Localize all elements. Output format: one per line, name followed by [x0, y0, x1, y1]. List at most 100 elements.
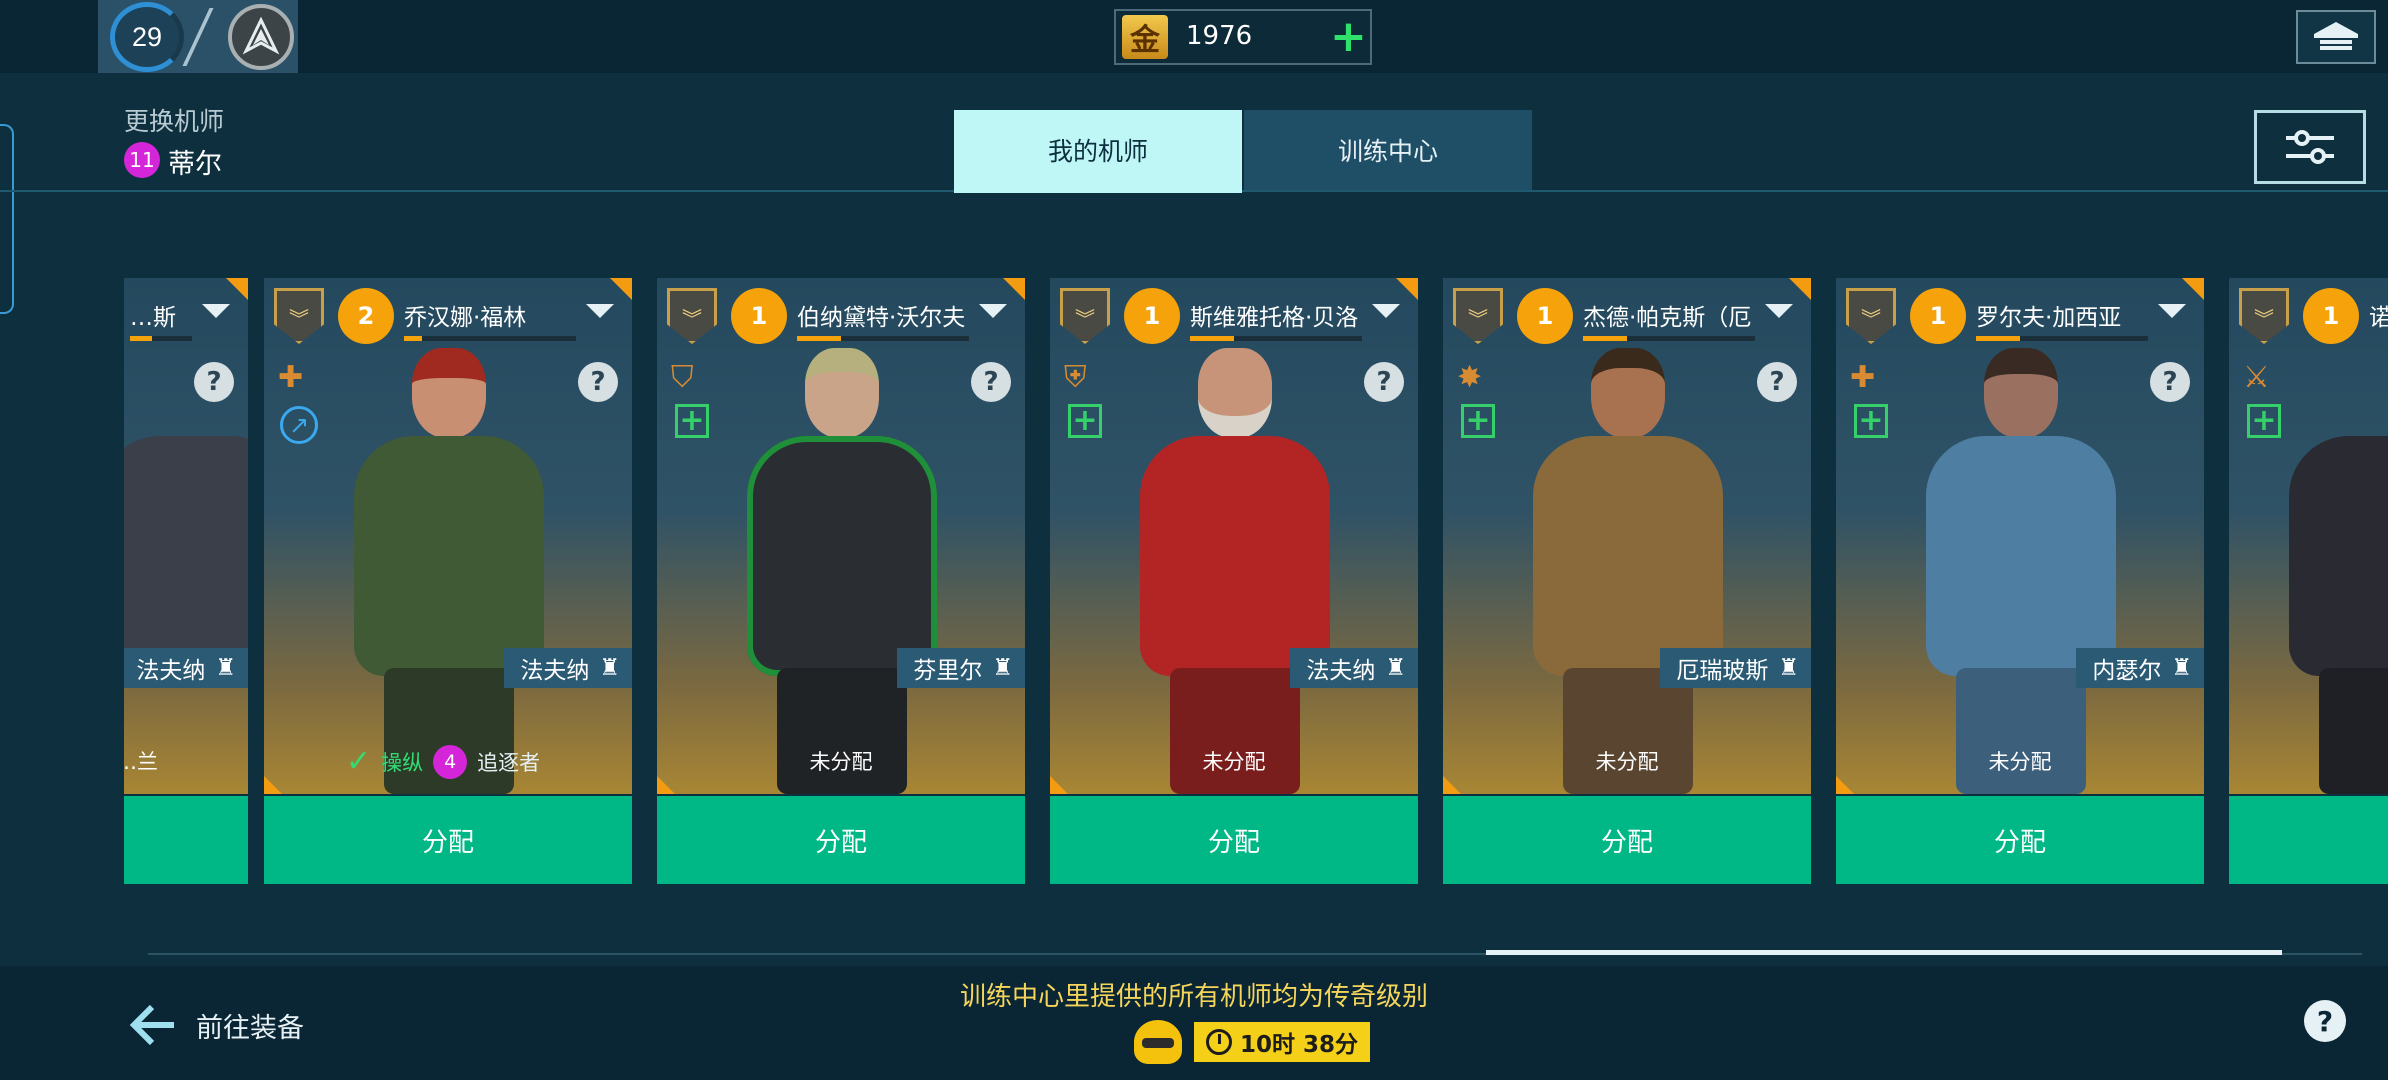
pilot-card[interactable]: …斯 ? 法夫纳 ♜ …兰 分配 [124, 278, 248, 884]
filter-button[interactable] [2254, 110, 2366, 184]
side-drawer-handle[interactable] [0, 124, 14, 314]
help-icon[interactable]: ? [1757, 362, 1797, 402]
helmet-icon [1134, 1020, 1182, 1064]
mech-name: 追逐者 [477, 750, 541, 775]
skill-icon[interactable]: ⛉ [671, 358, 715, 398]
add-skill-icon[interactable]: + [1461, 404, 1495, 438]
assignment-status: 未分配 [809, 750, 873, 774]
chevron-down-icon[interactable] [586, 304, 614, 318]
gold-currency-icon: 金 [1122, 15, 1168, 59]
skill-icon[interactable]: ⛨ [1064, 358, 1108, 398]
pilot-name: 杰德·帕克斯（厄 [1583, 305, 1752, 331]
faction-icon: ♜ [1778, 655, 1799, 681]
pilot-card[interactable]: ︾ 1 斯维雅托格·贝洛 ⛨ + ? 法夫纳 ♜ 未分配 分配 [1050, 278, 1418, 884]
assign-button[interactable]: 分配 [1050, 796, 1418, 884]
assign-button[interactable]: 分配 [657, 796, 1025, 884]
chevron-down-icon[interactable] [2158, 304, 2186, 318]
hangar-icon [2314, 22, 2358, 50]
chevron-down-icon[interactable] [1372, 304, 1400, 318]
operated-label: 操纵 [381, 750, 424, 775]
timer-row: 10时 38分 [1134, 1020, 1371, 1064]
assign-button[interactable]: 分 [2229, 796, 2388, 884]
pilot-card[interactable]: ︾ 1 杰德·帕克斯（厄 ✸ + ? 厄瑞玻斯 ♜ 未分配 分配 [1443, 278, 1811, 884]
timer-minutes: 38分 [1303, 1032, 1359, 1058]
assignment-status: …兰 [124, 750, 158, 774]
assignment-status: 未分配 [1988, 750, 2052, 774]
skill-icon[interactable]: ⚔ [2243, 358, 2287, 398]
checkmark-icon: ✓ [346, 744, 372, 779]
add-skill-icon[interactable]: + [1068, 404, 1102, 438]
current-pilot-name: 蒂尔 [168, 149, 222, 180]
assign-button[interactable]: 分配 [1836, 796, 2204, 884]
help-icon[interactable]: ? [971, 362, 1011, 402]
current-pilot-level-badge: 11 [124, 142, 160, 178]
skill-icon[interactable]: ✚ [1850, 358, 1894, 398]
pilot-name: 罗尔夫·加西亚 [1976, 305, 2122, 331]
top-bar: 29 金 1976 + [0, 0, 2388, 73]
pilot-card[interactable]: ︾ 1 诺 ⚔ + 分 [2229, 278, 2388, 884]
help-icon[interactable]: ? [2150, 362, 2190, 402]
rank-shield-icon: ︾ [667, 288, 717, 344]
skill-icon[interactable]: ✚ [278, 358, 322, 398]
pilot-portrait [1050, 278, 1418, 794]
pilot-card-carousel[interactable]: …斯 ? 法夫纳 ♜ …兰 分配 ︾ 2 乔汉娜·福林 ✚ ↗ ? 法夫纳 ♜ [124, 278, 2388, 884]
add-skill-icon[interactable]: + [2247, 404, 2281, 438]
faction-label: 法夫纳 ♜ [124, 648, 248, 688]
faction-name: 厄瑞玻斯 [1676, 658, 1769, 684]
faction-icon: ♜ [599, 655, 620, 681]
change-pilot-label: 更换机师 [124, 107, 225, 136]
pilot-level-badge: 2 [338, 288, 394, 344]
faction-icon: ♜ [992, 655, 1013, 681]
pilot-portrait [2229, 278, 2388, 794]
help-icon[interactable]: ? [2304, 1000, 2346, 1042]
clock-icon [1206, 1029, 1232, 1055]
assignment-status: 未分配 [1595, 750, 1659, 774]
tab-training-center[interactable]: 训练中心 [1244, 110, 1532, 190]
tab-my-pilots[interactable]: 我的机师 [954, 110, 1242, 190]
assign-button[interactable]: 分配 [124, 796, 248, 884]
chevron-down-icon[interactable] [202, 304, 230, 318]
help-icon[interactable]: ? [194, 362, 234, 402]
pilot-card[interactable]: ︾ 1 罗尔夫·加西亚 ✚ + ? 内瑟尔 ♜ 未分配 分配 [1836, 278, 2204, 884]
rank-emblem-icon[interactable] [228, 4, 294, 70]
pilot-name: …斯 [130, 305, 176, 331]
pilot-name: 斯维雅托格·贝洛 [1190, 305, 1359, 331]
rank-shield-icon: ︾ [274, 288, 324, 344]
player-level-badge[interactable]: 29 [110, 2, 184, 72]
pilot-name: 诺 [2369, 305, 2388, 331]
chevron-down-icon[interactable] [979, 304, 1007, 318]
pilot-level-badge: 1 [1910, 288, 1966, 344]
add-skill-icon[interactable]: + [675, 404, 709, 438]
faction-label: 法夫纳 ♜ [504, 648, 632, 688]
pilot-card[interactable]: ︾ 2 乔汉娜·福林 ✚ ↗ ? 法夫纳 ♜ ✓ 操纵 4 追逐者 分配 [264, 278, 632, 884]
rank-shield-icon: ︾ [1846, 288, 1896, 344]
assign-button[interactable]: 分配 [264, 796, 632, 884]
faction-name: 内瑟尔 [2092, 658, 2162, 684]
faction-icon: ♜ [2171, 655, 2192, 681]
pilot-level-badge: 1 [1517, 288, 1573, 344]
pilot-portrait [264, 278, 632, 794]
add-gold-button[interactable]: + [1330, 13, 1367, 61]
pilot-level-badge: 1 [1124, 288, 1180, 344]
refresh-timer: 10时 38分 [1194, 1022, 1371, 1062]
help-icon[interactable]: ? [1364, 362, 1404, 402]
training-center-notice: 训练中心里提供的所有机师均为传奇级别 [959, 982, 1428, 1012]
assign-button[interactable]: 分配 [1443, 796, 1811, 884]
faction-icon: ♜ [1385, 655, 1406, 681]
hangar-button[interactable] [2296, 10, 2376, 64]
faction-icon: ♜ [215, 655, 236, 681]
rank-shield-icon: ︾ [1453, 288, 1503, 344]
filter-sliders-icon [2286, 130, 2334, 164]
currency-panel: 金 1976 + [1114, 9, 1372, 65]
carousel-scroll-thumb[interactable] [1486, 950, 2282, 955]
pilot-card[interactable]: ︾ 1 伯纳黛特·沃尔夫 ⛉ + ? 芬里尔 ♜ 未分配 分配 [657, 278, 1025, 884]
help-icon[interactable]: ? [578, 362, 618, 402]
add-skill-icon[interactable]: + [1854, 404, 1888, 438]
faction-label: 芬里尔 ♜ [897, 648, 1025, 688]
faction-name: 法夫纳 [136, 658, 206, 684]
pilot-portrait [657, 278, 1025, 794]
chevron-down-icon[interactable] [1765, 304, 1793, 318]
faction-label: 法夫纳 ♜ [1290, 648, 1418, 688]
skill-icon[interactable]: ✸ [1457, 358, 1501, 398]
upgrade-skill-icon[interactable]: ↗ [280, 406, 318, 444]
